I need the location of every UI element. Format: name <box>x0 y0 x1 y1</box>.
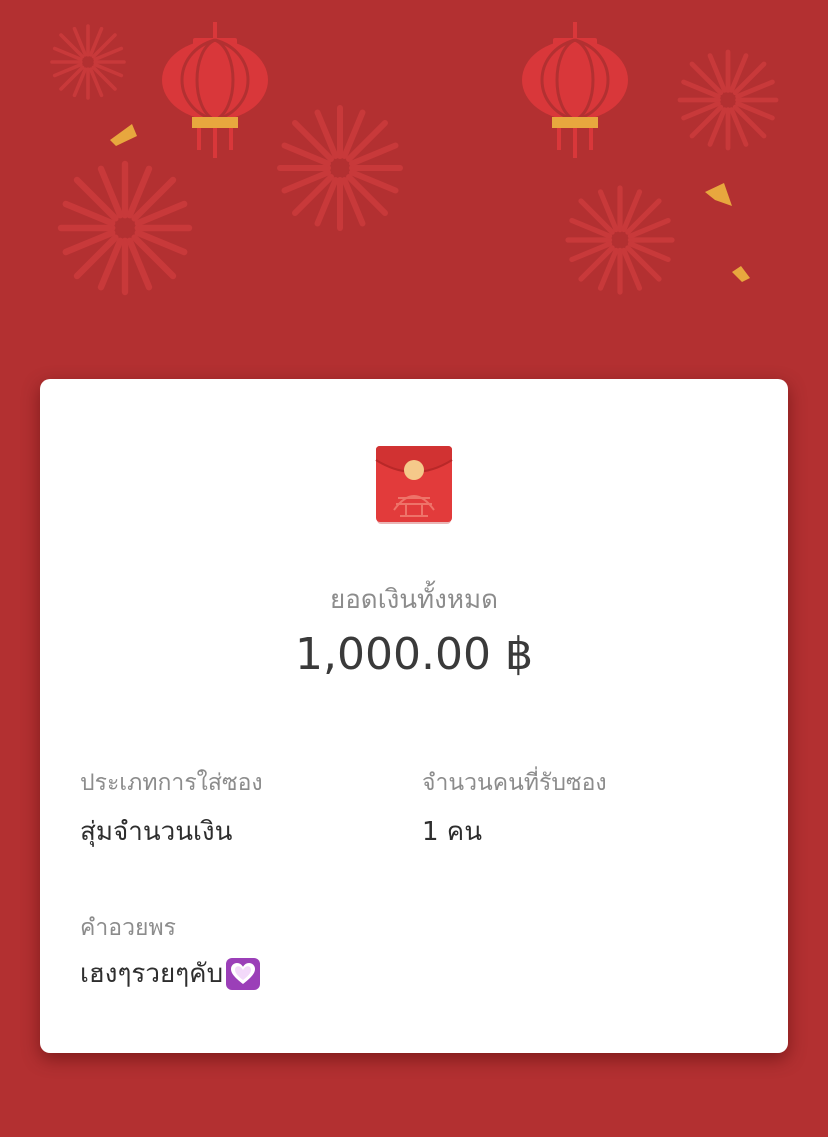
envelope-type-label: ประเภทการใส่ซอง <box>80 770 263 796</box>
blessing-text: เฮงๆรวยๆคับ <box>80 959 224 989</box>
firework-icon <box>50 24 126 100</box>
blessing-label: คำอวยพร <box>80 915 177 941</box>
confetti-icon <box>705 183 732 206</box>
envelope-type-value: สุ่มจำนวนเงิน <box>80 817 233 847</box>
confetti-icon <box>110 124 137 146</box>
confetti-icon <box>732 266 750 282</box>
red-envelope-detail-card: ยอดเงินทั้งหมด 1,000.00 ฿ ประเภทการใส่ซอ… <box>40 379 788 1053</box>
total-amount-value: 1,000.00 ฿ <box>295 629 533 680</box>
lantern-icon <box>520 20 630 160</box>
firework-icon <box>280 108 400 228</box>
recipients-count-value: 1 คน <box>422 817 482 847</box>
red-envelope-icon <box>374 444 454 526</box>
lantern-icon <box>160 20 270 160</box>
firework-icon <box>61 164 189 292</box>
firework-icon <box>680 52 776 148</box>
festive-background <box>50 20 828 340</box>
total-amount-label: ยอดเงินทั้งหมด <box>329 585 499 615</box>
blessing-message: เฮงๆรวยๆคับ <box>80 953 261 994</box>
purple-heart-icon <box>225 957 261 991</box>
firework-icon <box>568 188 672 292</box>
recipients-count-label: จำนวนคนที่รับซอง <box>422 770 607 796</box>
